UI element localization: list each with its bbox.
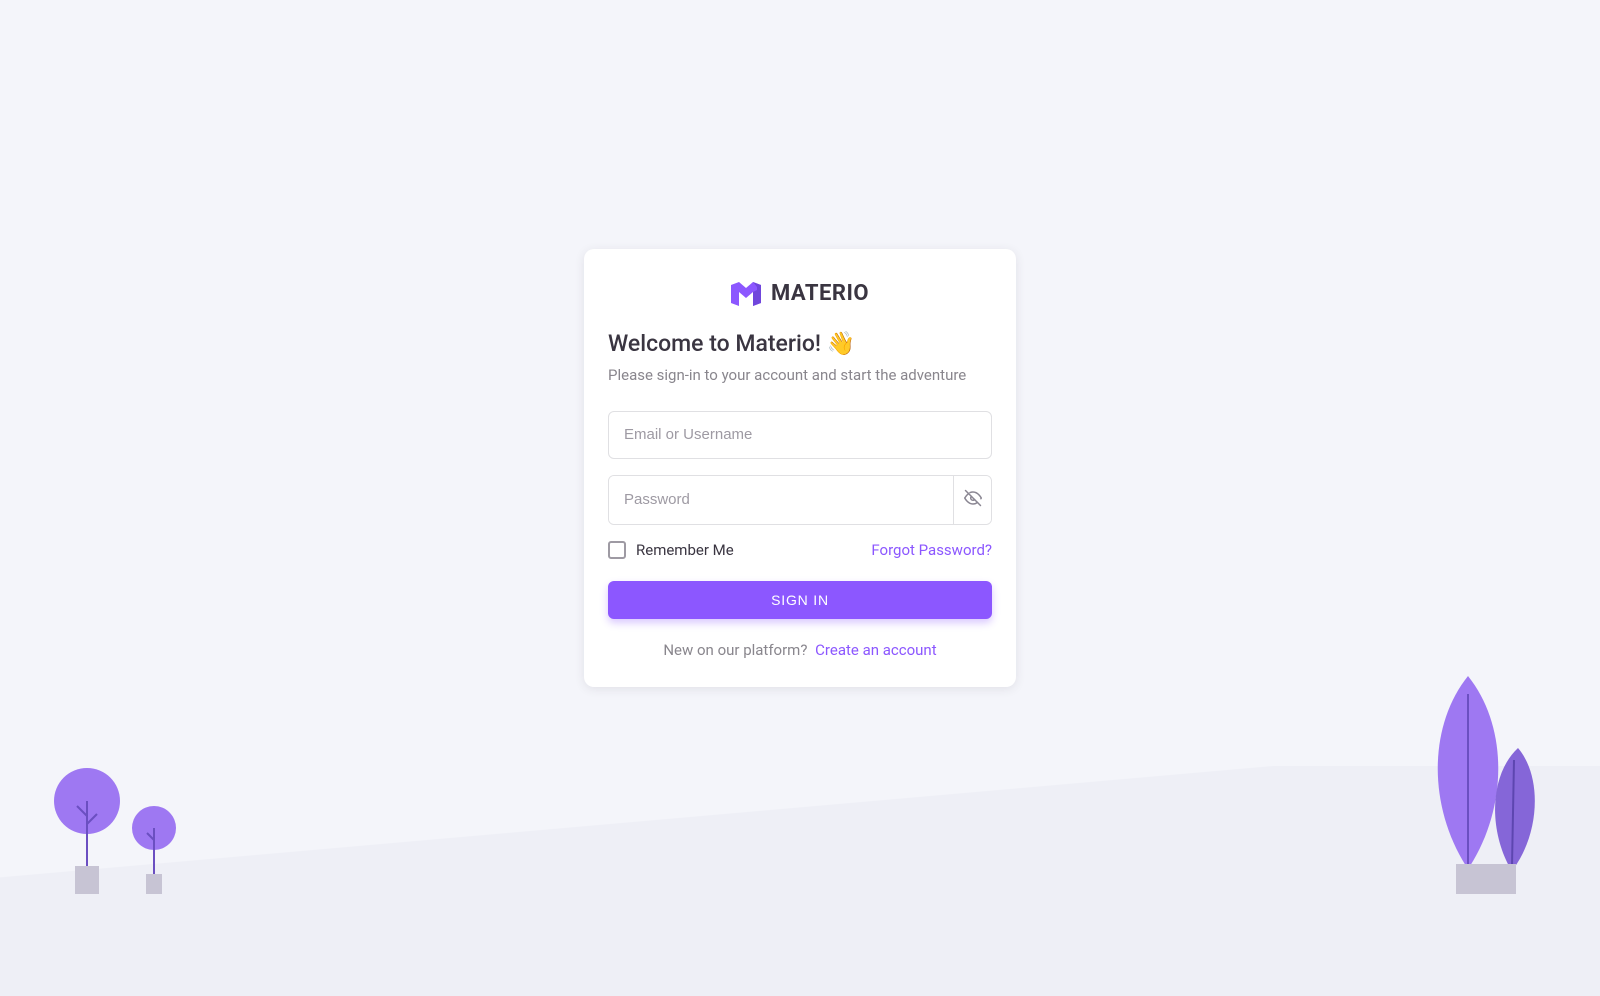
background-ground <box>0 766 1600 996</box>
decor-tree-small <box>130 796 178 896</box>
remember-me-checkbox[interactable]: Remember Me <box>608 541 734 559</box>
password-field-wrap <box>608 475 992 525</box>
sign-in-button[interactable]: Sign In <box>608 581 992 619</box>
create-account-link[interactable]: Create an account <box>815 641 936 659</box>
brand: Materio <box>608 281 992 306</box>
remember-me-label: Remember Me <box>636 541 734 559</box>
login-card: Materio Welcome to Materio! 👋 Please sig… <box>584 249 1016 687</box>
email-field[interactable] <box>608 411 992 459</box>
password-field[interactable] <box>609 476 953 524</box>
decor-plant <box>1418 666 1548 896</box>
eye-off-icon <box>964 489 982 510</box>
card-subtitle: Please sign-in to your account and start… <box>608 365 992 387</box>
forgot-password-link[interactable]: Forgot Password? <box>871 541 992 559</box>
decor-tree-large <box>52 766 122 896</box>
signup-prompt: New on our platform? Create an account <box>608 641 992 659</box>
checkbox-box-icon <box>608 541 626 559</box>
remember-forgot-row: Remember Me Forgot Password? <box>608 541 992 559</box>
card-title: Welcome to Materio! 👋 <box>608 330 992 357</box>
email-field-wrap <box>608 411 992 459</box>
brand-name: Materio <box>771 281 869 306</box>
signup-prompt-text: New on our platform? <box>663 641 807 659</box>
page: Materio Welcome to Materio! 👋 Please sig… <box>0 0 1600 996</box>
toggle-password-visibility-button[interactable] <box>953 476 991 524</box>
brand-logo-icon <box>731 282 761 306</box>
